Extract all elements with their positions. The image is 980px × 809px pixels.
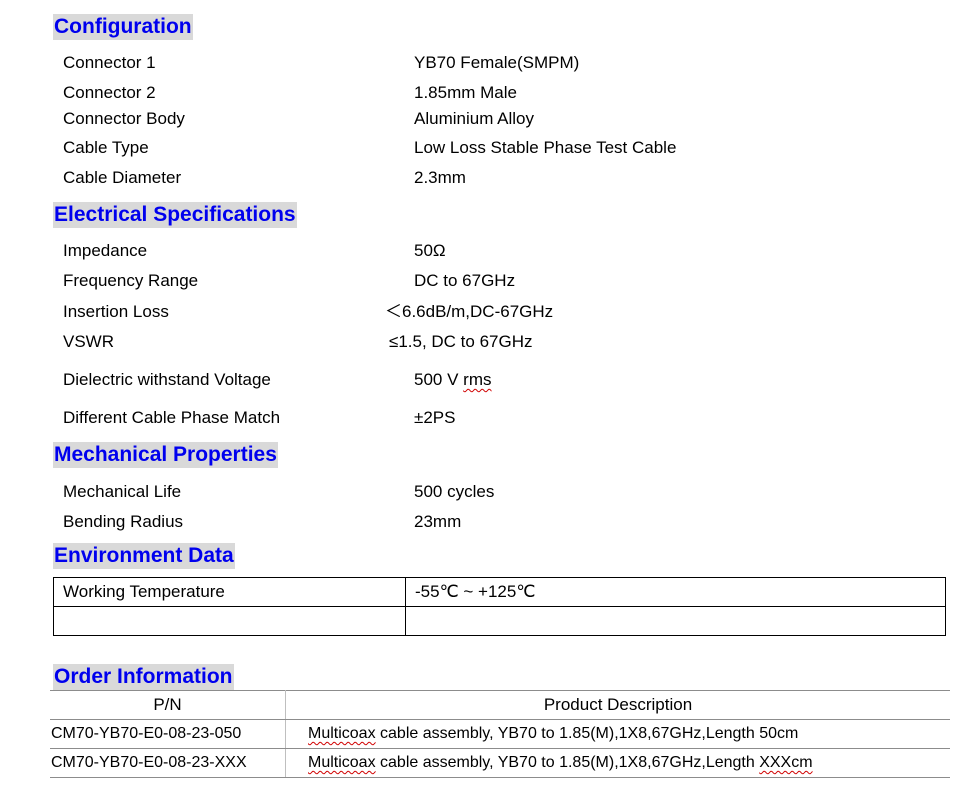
table-cell-pn: CM70-YB70-E0-08-23-050 (50, 719, 286, 749)
spec-label: Cable Type (63, 138, 149, 157)
electrical-heading: Electrical Specifications (53, 202, 297, 228)
spec-label: Insertion Loss (63, 302, 169, 321)
table-row: CM70-YB70-E0-08-23-050 Multicoax cable a… (50, 719, 950, 749)
table-cell-value (405, 606, 946, 636)
table-cell-value: -55℃ ~ +125℃ (405, 577, 946, 607)
spec-value: 50Ω (414, 241, 446, 260)
column-header-pn: P/N (50, 690, 286, 720)
spec-value: ＜6.6dB/m,DC-67GHz (385, 302, 554, 321)
table-header-row: P/N Product Description (50, 690, 950, 720)
spec-label: Connector 1 (63, 53, 156, 72)
desc-rest: cable assembly, YB70 to 1.85(M),1X8,67GH… (375, 754, 760, 771)
order-table: P/N Product Description CM70-YB70-E0-08-… (50, 690, 950, 778)
spec-label: Mechanical Life (63, 482, 182, 501)
spec-value: 2.3mm (414, 168, 466, 187)
spec-value: Aluminium Alloy (414, 109, 534, 128)
environment-heading: Environment Data (53, 543, 235, 569)
spec-label: Connector Body (63, 109, 185, 128)
table-cell-pn: CM70-YB70-E0-08-23-XXX (50, 748, 286, 778)
desc-word: Multicoax (308, 754, 376, 771)
spec-value: ±2PS (414, 408, 456, 427)
spec-value: ≤1.5, DC to 67GHz (389, 332, 533, 351)
spec-label: Different Cable Phase Match (63, 408, 281, 427)
column-header-description: Product Description (285, 690, 950, 720)
spec-label: Bending Radius (63, 512, 184, 531)
table-cell-description: Multicoax cable assembly, YB70 to 1.85(M… (285, 748, 950, 778)
spec-value: DC to 67GHz (414, 271, 516, 290)
environment-table: Working Temperature -55℃ ~ +125℃ (53, 577, 946, 636)
order-heading: Order Information (53, 664, 234, 690)
spec-value: 1.85mm Male (414, 83, 517, 102)
spec-value-unit: rms (463, 370, 492, 389)
desc-word: Multicoax (308, 725, 376, 742)
spec-value: 500 V rms (414, 370, 491, 390)
spec-label: Dielectric withstand Voltage (63, 370, 271, 389)
spec-label: VSWR (63, 332, 114, 351)
spec-label: Impedance (63, 241, 148, 260)
table-cell-description: Multicoax cable assembly, YB70 to 1.85(M… (285, 719, 950, 749)
spec-value: 500 cycles (414, 482, 495, 501)
spec-label: Connector 2 (63, 83, 156, 102)
desc-rest: cable assembly, YB70 to 1.85(M),1X8,67GH… (375, 725, 799, 742)
spec-value: YB70 Female(SMPM) (414, 53, 580, 72)
table-cell-label: Working Temperature (53, 577, 406, 607)
table-cell-label (53, 606, 406, 636)
table-row (53, 606, 946, 636)
spec-value-main: 500 V (414, 370, 464, 389)
spec-label: Frequency Range (63, 271, 199, 290)
mechanical-heading: Mechanical Properties (53, 442, 278, 468)
table-row: CM70-YB70-E0-08-23-XXX Multicoax cable a… (50, 748, 950, 778)
spec-label: Cable Diameter (63, 168, 182, 187)
spec-value: 23mm (414, 512, 462, 531)
desc-tail: XXXcm (759, 754, 813, 771)
configuration-heading: Configuration (53, 14, 193, 40)
spec-value: Low Loss Stable Phase Test Cable (414, 138, 677, 157)
table-row: Working Temperature -55℃ ~ +125℃ (53, 577, 946, 607)
